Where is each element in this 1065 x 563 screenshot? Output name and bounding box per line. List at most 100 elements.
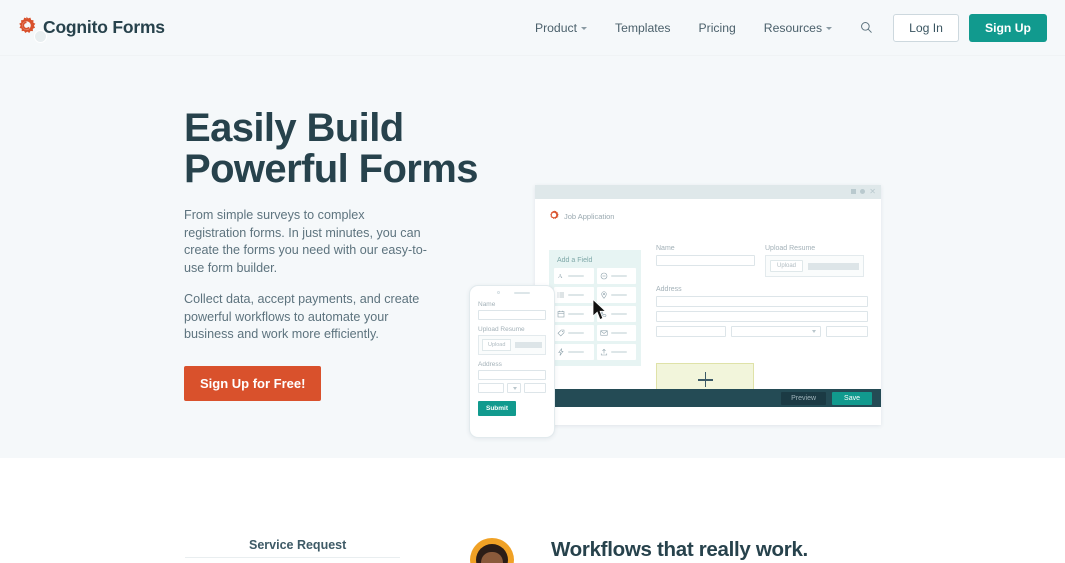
phone-city-state-zip-row (478, 383, 546, 393)
phone-upload-control: Upload (478, 335, 546, 355)
nav-item-templates-label: Templates (614, 20, 671, 35)
add-a-field-title: Add a Field (557, 257, 593, 264)
choice-field-icon (600, 272, 607, 280)
chip-placeholder-bar (610, 351, 627, 353)
phone-zip-input[interactable] (524, 383, 546, 393)
page-root: Cognito Forms Product Templates Pricing … (0, 0, 1065, 563)
price-tag-field-icon (557, 329, 565, 337)
email-field-icon (599, 330, 608, 336)
name-field-label: Name (656, 245, 675, 252)
plus-icon (697, 372, 713, 387)
avatar-badge (34, 30, 47, 43)
search-icon[interactable] (846, 21, 887, 34)
phone-name-input[interactable] (478, 310, 546, 320)
window-body: Job Application Add a Field A Name Uploa… (535, 199, 881, 407)
field-chip-lightning[interactable] (554, 344, 594, 360)
mouse-pointer-icon (592, 298, 608, 326)
desktop-form-builder-mockup: ✕ Job Application Add a Field A Name Upl… (535, 185, 881, 425)
phone-upload-progress-bar (515, 342, 542, 348)
phone-top-hardware (470, 291, 556, 294)
form-name-label: Job Application (564, 211, 615, 221)
field-chip-price[interactable] (554, 325, 594, 341)
hero-title-line1: Easily Build (184, 106, 404, 150)
hero-title-line2: Powerful Forms (184, 147, 478, 191)
text-field-icon: A (558, 274, 563, 280)
upload-resume-control: Upload (765, 255, 864, 277)
address-city-state-zip-row (656, 326, 868, 337)
phone-state-select[interactable] (507, 383, 521, 393)
workflows-section: Service Request (0, 458, 1065, 563)
address-line1-input[interactable] (656, 296, 868, 307)
signup-for-free-button[interactable]: Sign Up for Free! (184, 365, 322, 401)
name-input[interactable] (656, 255, 755, 266)
chip-placeholder-bar (568, 332, 584, 334)
field-chip-email[interactable] (596, 325, 636, 341)
chip-placeholder-bar (610, 332, 627, 334)
nav-item-templates[interactable]: Templates (601, 21, 685, 35)
chip-placeholder-bar (610, 313, 627, 315)
upload-resume-label: Upload Resume (765, 245, 816, 252)
form-canvas: Name Upload Resume Upload Address (656, 245, 868, 337)
window-title-bar: ✕ (535, 185, 881, 199)
chevron-down-icon (580, 27, 587, 30)
maximize-circle-icon[interactable] (860, 189, 866, 194)
workflows-heading: Workflows that really work. (551, 538, 808, 561)
field-chip-date[interactable] (554, 306, 594, 322)
chip-placeholder-bar (610, 294, 627, 296)
service-request-title: Service Request (249, 538, 347, 552)
chip-placeholder-bar (610, 275, 627, 277)
address-city-input[interactable] (656, 326, 726, 337)
mobile-form-mockup: Name Upload Resume Upload Address Submit (469, 285, 555, 438)
nav-item-resources[interactable]: Resources (750, 21, 846, 35)
file-upload-field-icon (600, 348, 607, 356)
hero-paragraph-2: Collect data, accept payments, and creat… (184, 292, 420, 341)
phone-name-label: Name (478, 301, 496, 308)
address-state-select[interactable] (731, 326, 821, 337)
preview-button[interactable]: Preview (781, 391, 827, 405)
hero-section: Easily Build Powerful Forms From simple … (0, 56, 1065, 458)
address-field-group: Address (656, 286, 868, 337)
signup-button[interactable]: Sign Up (968, 13, 1047, 42)
nav-item-product-label: Product (534, 20, 577, 35)
nav-links-group: Product Templates Pricing Resources Log … (521, 13, 1047, 42)
phone-submit-button[interactable]: Submit (478, 401, 517, 416)
nav-item-pricing[interactable]: Pricing (685, 21, 750, 35)
save-button[interactable]: Save (832, 391, 872, 405)
form-header: Job Application (535, 199, 881, 225)
brand-name: Cognito Forms (43, 17, 165, 37)
field-chip-list[interactable] (554, 287, 594, 303)
list-field-icon (557, 292, 564, 298)
minimize-square-icon[interactable] (851, 189, 857, 194)
gear-icon (549, 207, 559, 225)
builder-footer-bar: Preview Save (535, 389, 881, 407)
address-line2-input[interactable] (656, 311, 868, 322)
upload-button[interactable]: Upload (770, 260, 804, 272)
field-chip-file-upload[interactable] (596, 344, 636, 360)
name-field-group: Name (656, 245, 755, 277)
phone-camera-icon (496, 291, 500, 294)
hero-paragraph-1: From simple surveys to complex registrat… (184, 208, 427, 275)
login-button[interactable]: Log In (893, 13, 959, 42)
location-field-icon (600, 291, 607, 299)
phone-address-input[interactable] (478, 370, 546, 380)
chip-placeholder-bar (568, 351, 584, 353)
phone-address-label: Address (478, 361, 502, 368)
phone-upload-button[interactable]: Upload (482, 339, 512, 351)
chip-placeholder-bar (568, 294, 584, 296)
chip-placeholder-bar (568, 313, 584, 315)
chevron-down-icon (826, 27, 833, 30)
lightning-field-icon (558, 348, 564, 356)
divider (185, 557, 400, 558)
field-chip-choice[interactable] (596, 268, 636, 284)
phone-city-input[interactable] (478, 383, 504, 393)
address-zip-input[interactable] (826, 326, 868, 337)
top-navigation-bar: Cognito Forms Product Templates Pricing … (0, 0, 1065, 56)
close-icon[interactable]: ✕ (869, 188, 876, 196)
nav-item-product[interactable]: Product (521, 21, 601, 35)
field-chip-text[interactable]: A (554, 268, 594, 284)
phone-upload-label: Upload Resume (478, 326, 525, 333)
page-title: Easily Build Powerful Forms (184, 108, 484, 190)
hero-copy-block: Easily Build Powerful Forms From simple … (184, 108, 484, 401)
chevron-down-icon (513, 386, 517, 390)
chip-placeholder-bar (568, 275, 584, 277)
